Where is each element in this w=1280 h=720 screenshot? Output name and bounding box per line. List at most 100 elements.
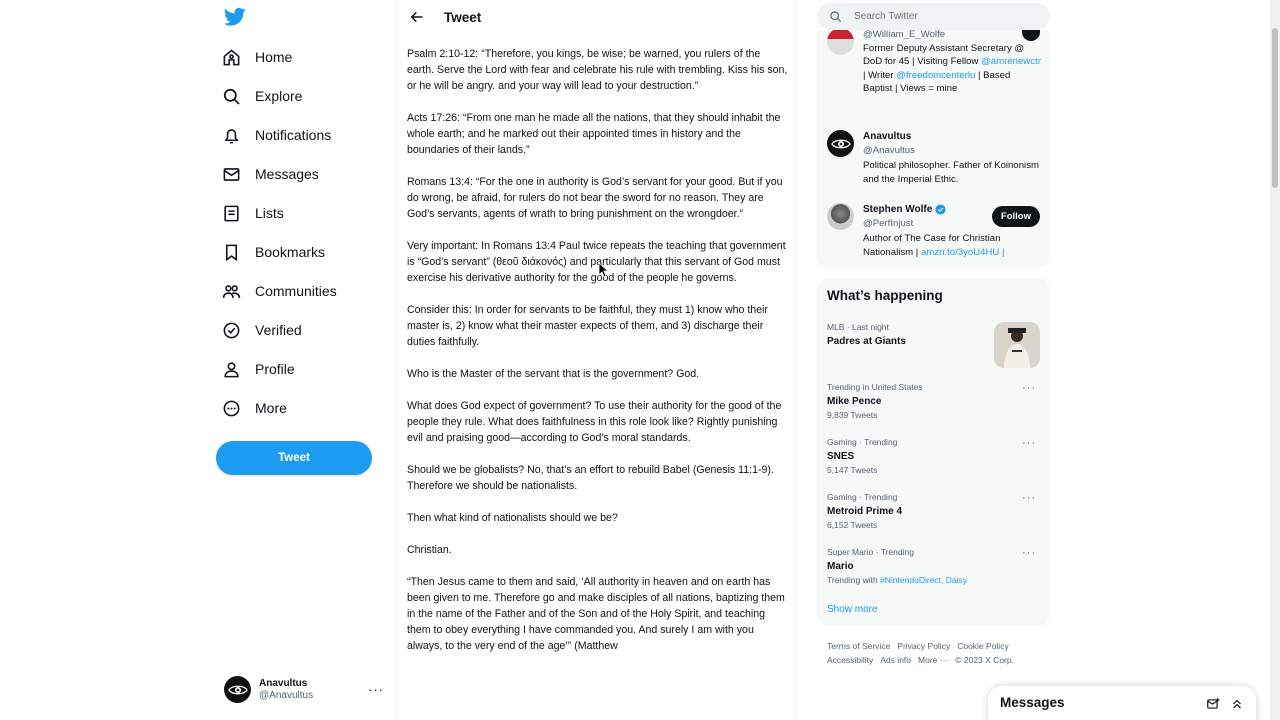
more-horizontal-icon[interactable]: ··· [1022,382,1036,394]
footer-link[interactable]: Accessibility [827,655,873,665]
show-more-link[interactable]: Show more [827,604,878,615]
follow-suggestion[interactable]: Anavultus @Anavultus Political philosoph… [827,130,1042,186]
right-sidebar: @William_E_Wolfe Former Deputy Assistant… [817,0,1050,720]
trend-count: 6,152 Tweets [827,520,878,530]
nav-label: Bookmarks [255,244,326,260]
account-switcher[interactable]: Anavultus @Anavultus ··· [224,676,384,703]
communities-icon [222,284,241,298]
left-navigation: Home Explore Notifications Messages List… [210,0,395,720]
tweet-paragraph: “Then Jesus came to them and said, ‘All … [407,576,785,652]
mention-link[interactable]: @amrenewctr [981,56,1041,67]
more-horizontal-icon[interactable]: ··· [1022,547,1036,559]
user-handle: @William_E_Wolfe [863,30,946,40]
nav-label: Verified [255,322,302,338]
tweet-paragraph: What does God expect of government? To u… [407,400,782,444]
page-scrollbar[interactable] [1270,0,1280,720]
trend-count: 9,839 Tweets [827,410,878,420]
avatar [827,203,854,230]
nav-item-home[interactable]: Home [222,42,292,72]
copyright: © 2023 X Corp. [955,654,1014,665]
scrollbar-thumb[interactable] [1272,28,1278,188]
search-icon [223,88,240,105]
avatar [224,676,251,703]
who-to-follow-panel: @William_E_Wolfe Former Deputy Assistant… [817,30,1050,268]
messages-drawer-title: Messages [1000,695,1065,710]
list-icon [224,205,239,221]
tweet-paragraph: Should we be globalists? No, that’s an e… [407,464,774,492]
trend-meta: Super Mario · Trending [827,547,914,557]
tweet-paragraph: Then what kind of nationalists should we… [407,512,618,524]
search-bar[interactable] [817,3,1050,30]
user-name[interactable]: Stephen Wolfe [863,203,1003,217]
trend-name: Metroid Prime 4 [827,506,903,517]
tweet-paragraph: Consider this: In order for servants to … [407,304,768,348]
nav-label: Explore [255,88,303,104]
messages-drawer[interactable]: Messages [988,686,1256,720]
user-bio: Political philosopher. Father of Koinoni… [863,160,1039,185]
more-horizontal-icon[interactable]: ··· [1022,437,1036,449]
user-bio: Author of The Case for Christian Nationa… [863,233,1005,258]
trend-item[interactable]: Gaming · Trending SNES 5,147 Tweets ··· [827,437,1040,475]
search-input[interactable] [854,11,1024,22]
section-title: What’s happening [827,288,943,303]
bio-link[interactable]: amzn.to/3yoU4HU | [921,247,1005,258]
tweet-paragraph: Psalm 2:10-12: “Therefore, you kings, be… [407,48,788,92]
nav-label: Lists [255,205,284,221]
nav-item-messages[interactable]: Messages [222,159,319,189]
user-bio: Former Deputy Assistant Secretary @ DoD … [863,42,1041,95]
nav-item-bookmarks[interactable]: Bookmarks [222,237,325,267]
tweet-paragraph: Romans 13:4: “For the one in authority i… [407,176,783,220]
nav-item-lists[interactable]: Lists [222,198,284,228]
more-horizontal-icon[interactable]: ··· [368,682,384,697]
back-arrow-icon[interactable] [409,9,425,25]
follow-suggestion[interactable]: @William_E_Wolfe Former Deputy Assistant… [827,30,1042,96]
mail-icon [223,167,240,181]
footer-link[interactable]: Cookie Policy [957,641,1009,651]
chevron-double-up-icon[interactable] [1230,697,1244,711]
verified-icon [223,322,240,338]
new-message-icon[interactable] [1206,697,1220,711]
tweet-detail-column: Tweet Psalm 2:10-12: “Therefore, you kin… [396,0,796,720]
trend-count: Trending with #NintendoDirect, Daisy [827,575,968,585]
more-horizontal-icon[interactable]: ··· [1022,492,1036,504]
mention-link[interactable]: @freedomcenterlu [896,70,975,81]
footer-link[interactable]: Privacy Policy [897,641,950,651]
follow-button[interactable]: Follow [991,206,1040,227]
nav-item-explore[interactable]: Explore [222,81,302,111]
footer-link[interactable]: More ··· [918,655,948,665]
bookmark-icon [225,244,238,261]
user-handle: @PerfInjust [863,217,914,229]
user-name[interactable]: Anavultus [863,130,1042,144]
tweet-button[interactable]: Tweet [216,441,372,475]
nav-item-communities[interactable]: Communities [222,276,337,306]
trend-meta: Gaming · Trending [827,437,898,447]
bell-icon [224,128,239,143]
trend-item[interactable]: Gaming · Trending Metroid Prime 4 6,152 … [827,492,1040,530]
hashtag-link[interactable]: #NintendoDirect, Daisy [880,575,967,585]
account-name: Anavultus [259,678,308,689]
trend-item[interactable]: Trending in United States Mike Pence 9,8… [827,382,1040,420]
nav-label: Home [255,49,293,65]
nav-item-notifications[interactable]: Notifications [222,120,331,150]
user-handle: @Anavultus [863,144,915,156]
trend-name: Mike Pence [827,396,882,407]
footer-link[interactable]: Terms of Service [827,641,890,651]
whats-happening-panel: What’s happening MLB · Last night Padres… [817,278,1050,626]
footer-links: Terms of Service Privacy Policy Cookie Pol… [827,640,1042,667]
mouse-cursor-icon [598,262,610,278]
page-title: Tweet [444,9,482,25]
trend-meta: Trending in United States [827,382,923,392]
trend-item[interactable]: MLB · Last night Padres at Giants [827,322,1040,368]
verified-badge-icon [935,204,946,215]
nav-item-profile[interactable]: Profile [222,354,295,384]
tweet-paragraph: Acts 17:26: “From one man he made all th… [407,112,781,156]
eye-logo-icon [227,685,248,694]
trend-item[interactable]: Super Mario · Trending Mario Trending wi… [827,547,1040,585]
twitter-bird-logo-icon[interactable] [224,7,246,27]
nav-item-verified[interactable]: Verified [222,315,302,345]
nav-item-more[interactable]: More [222,393,287,423]
account-handle: @Anavultus [259,690,314,701]
footer-link[interactable]: Ads info [880,655,911,665]
nav-label: More [255,400,287,416]
avatar [827,130,854,157]
